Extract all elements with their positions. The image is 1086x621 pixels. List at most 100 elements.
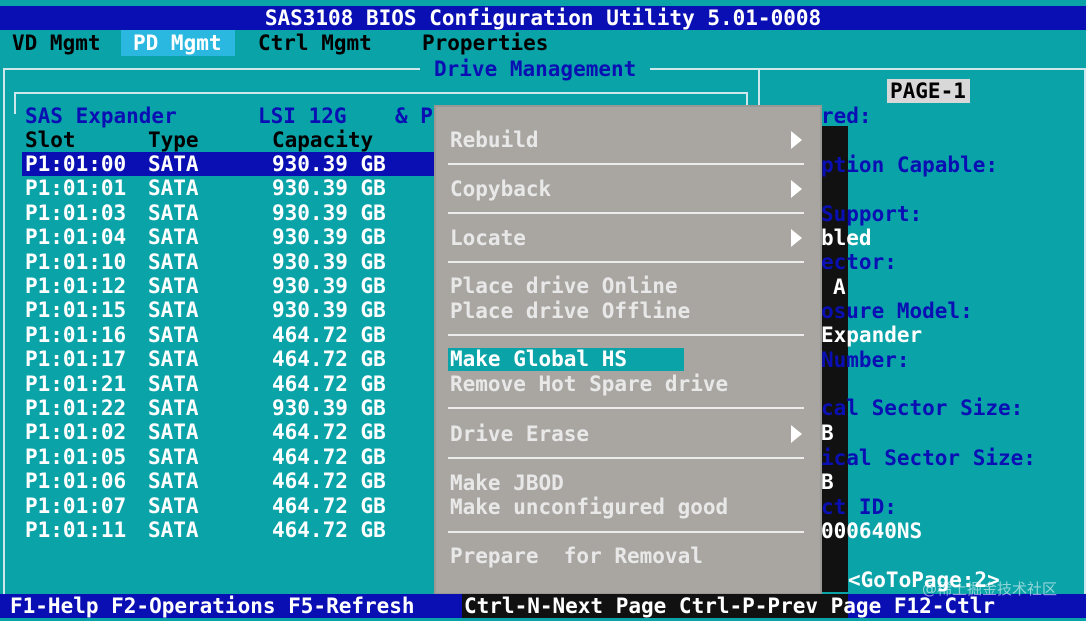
drive-slot-cell[interactable]: P1:01:03 — [25, 201, 126, 225]
column-slot: Slot — [25, 128, 76, 152]
tab-properties[interactable]: Properties — [422, 31, 548, 55]
drive-slot-cell[interactable]: P1:01:01 — [25, 176, 126, 200]
property-text: B — [821, 470, 834, 494]
drive-type-cell: SATA — [148, 347, 199, 372]
property-text: red: — [821, 104, 872, 128]
property-text: osure Model: — [821, 299, 973, 323]
header-extra: & P — [395, 104, 433, 128]
drive-type-cell: SATA — [148, 200, 199, 225]
controller-header: LSI 12G — [258, 104, 347, 128]
drive-slot-cell[interactable]: P1:01:12 — [25, 274, 126, 298]
drive-type-cell: SATA — [148, 274, 199, 298]
menu-item-place-offline[interactable]: Place drive Offline — [450, 299, 690, 323]
menu-separator — [448, 334, 804, 336]
drive-capacity-cell: 464.72 GB — [272, 420, 386, 445]
title-bar: SAS3108 BIOS Configuration Utility 5.01-… — [0, 6, 1086, 30]
menu-item-make-global-hs[interactable]: Make Global HS — [450, 347, 627, 371]
tab-vd-mgmt[interactable]: VD Mgmt — [12, 31, 101, 55]
drive-type-cell: SATA — [148, 249, 199, 274]
menu-separator — [448, 531, 804, 533]
drive-type-cell: SATA — [148, 298, 199, 323]
app-title: SAS3108 BIOS Configuration Utility 5.01-… — [264, 6, 822, 30]
property-text: Expander — [821, 323, 923, 347]
drive-type-cell: SATA — [148, 176, 199, 201]
menu-item-make-jbod[interactable]: Make JBOD — [450, 471, 564, 495]
drive-capacity-cell: 464.72 GB — [272, 469, 386, 494]
property-text: Support: — [821, 202, 923, 226]
drive-operations-menu: Rebuild Copyback Locate Place drive Onli… — [436, 107, 820, 593]
property-text: cal Sector Size: — [821, 396, 1024, 420]
drive-slot-cell[interactable]: P1:01:04 — [25, 225, 126, 249]
drive-slot-cell[interactable]: P1:01:11 — [25, 518, 126, 542]
drive-type-cell: SATA — [148, 322, 199, 347]
column-type: Type — [148, 128, 199, 152]
property-text: bled — [821, 226, 872, 250]
property-text: ector: — [821, 250, 897, 274]
drive-slot-cell[interactable]: P1:01:21 — [25, 372, 126, 396]
drive-capacity-cell: 464.72 GB — [272, 322, 386, 347]
drive-capacity-cell: 930.39 GB — [272, 225, 386, 250]
menu-separator — [448, 163, 804, 165]
menu-item-place-online[interactable]: Place drive Online — [450, 274, 678, 298]
drive-slot-cell[interactable]: P1:01:07 — [25, 494, 126, 518]
drive-type-cell: SATA — [148, 420, 199, 445]
drive-slot-cell[interactable]: P1:01:17 — [25, 347, 126, 371]
drive-capacity-cell: 930.39 GB — [272, 298, 386, 323]
menu-item-make-unconfigured-good[interactable]: Make unconfigured good — [450, 495, 728, 519]
menu-separator — [448, 212, 804, 214]
drive-capacity-cell: 930.39 GB — [272, 396, 386, 420]
drive-capacity-cell: 464.72 GB — [272, 371, 386, 396]
menu-item-rebuild[interactable]: Rebuild — [450, 128, 539, 152]
drive-type-cell: SATA — [148, 444, 199, 469]
drive-slot-cell[interactable]: P1:01:00 — [25, 152, 126, 176]
menu-separator — [448, 457, 804, 459]
drive-capacity-cell: 464.72 GB — [272, 347, 386, 372]
column-capacity: Capacity — [272, 128, 374, 152]
menu-item-prepare-for-removal[interactable]: Prepare for Removal — [450, 544, 703, 568]
drive-slot-cell[interactable]: P1:01:06 — [25, 469, 126, 493]
property-text: 000640NS — [821, 519, 923, 543]
menu-item-locate[interactable]: Locate — [450, 226, 526, 250]
drive-capacity-cell: 930.39 GB — [272, 274, 386, 298]
status-shortcuts-left: F1-Help F2-Operations F5-Refresh — [10, 594, 415, 618]
drive-slot-cell[interactable]: P1:01:05 — [25, 445, 126, 469]
drive-capacity-cell: 930.39 GB — [272, 152, 386, 176]
drive-slot-cell[interactable]: P1:01:15 — [25, 298, 126, 322]
drive-slot-cell[interactable]: P1:01:02 — [25, 420, 126, 444]
tab-pd-mgmt[interactable]: PD Mgmt — [133, 31, 222, 55]
property-text: A — [833, 275, 846, 299]
drive-slot-cell[interactable]: P1:01:22 — [25, 396, 126, 420]
status-shortcuts-right: Ctrl-N-Next Page Ctrl-P-Prev Page F12-Ct… — [464, 594, 996, 618]
drive-capacity-cell: 930.39 GB — [272, 200, 386, 225]
property-text: ical Sector Size: — [821, 446, 1036, 470]
property-text: ption Capable: — [821, 153, 999, 177]
menu-separator — [448, 407, 804, 409]
expander-header: SAS Expander — [25, 104, 177, 128]
drive-type-cell: SATA — [148, 396, 199, 420]
drive-capacity-cell: 464.72 GB — [272, 493, 386, 518]
property-text: Number: — [821, 348, 910, 372]
menu-item-remove-hot-spare[interactable]: Remove Hot Spare drive — [450, 372, 728, 396]
submenu-arrow-icon — [791, 180, 802, 198]
drive-slot-cell[interactable]: P1:01:16 — [25, 323, 126, 347]
menu-item-drive-erase[interactable]: Drive Erase — [450, 422, 589, 446]
drive-capacity-cell: 464.72 GB — [272, 518, 386, 542]
menu-separator — [448, 261, 804, 263]
property-text: ct ID: — [821, 495, 897, 519]
drive-capacity-cell: 930.39 GB — [272, 176, 386, 201]
submenu-arrow-icon — [791, 131, 802, 149]
drive-type-cell: SATA — [148, 518, 199, 542]
drive-slot-cell[interactable]: P1:01:10 — [25, 250, 126, 274]
property-text: B — [821, 421, 834, 445]
drive-capacity-cell: 930.39 GB — [272, 249, 386, 274]
drive-capacity-cell: 464.72 GB — [272, 444, 386, 469]
drive-type-cell: SATA — [148, 493, 199, 518]
drive-type-cell: SATA — [148, 469, 199, 494]
drive-type-cell: SATA — [148, 371, 199, 396]
menu-item-copyback[interactable]: Copyback — [450, 177, 551, 201]
drive-type-cell: SATA — [148, 152, 199, 176]
tab-ctrl-mgmt[interactable]: Ctrl Mgmt — [258, 31, 372, 55]
watermark: @稀土掘金技术社区 — [922, 580, 1058, 598]
page-label: PAGE-1 — [890, 79, 966, 103]
submenu-arrow-icon — [791, 229, 802, 247]
